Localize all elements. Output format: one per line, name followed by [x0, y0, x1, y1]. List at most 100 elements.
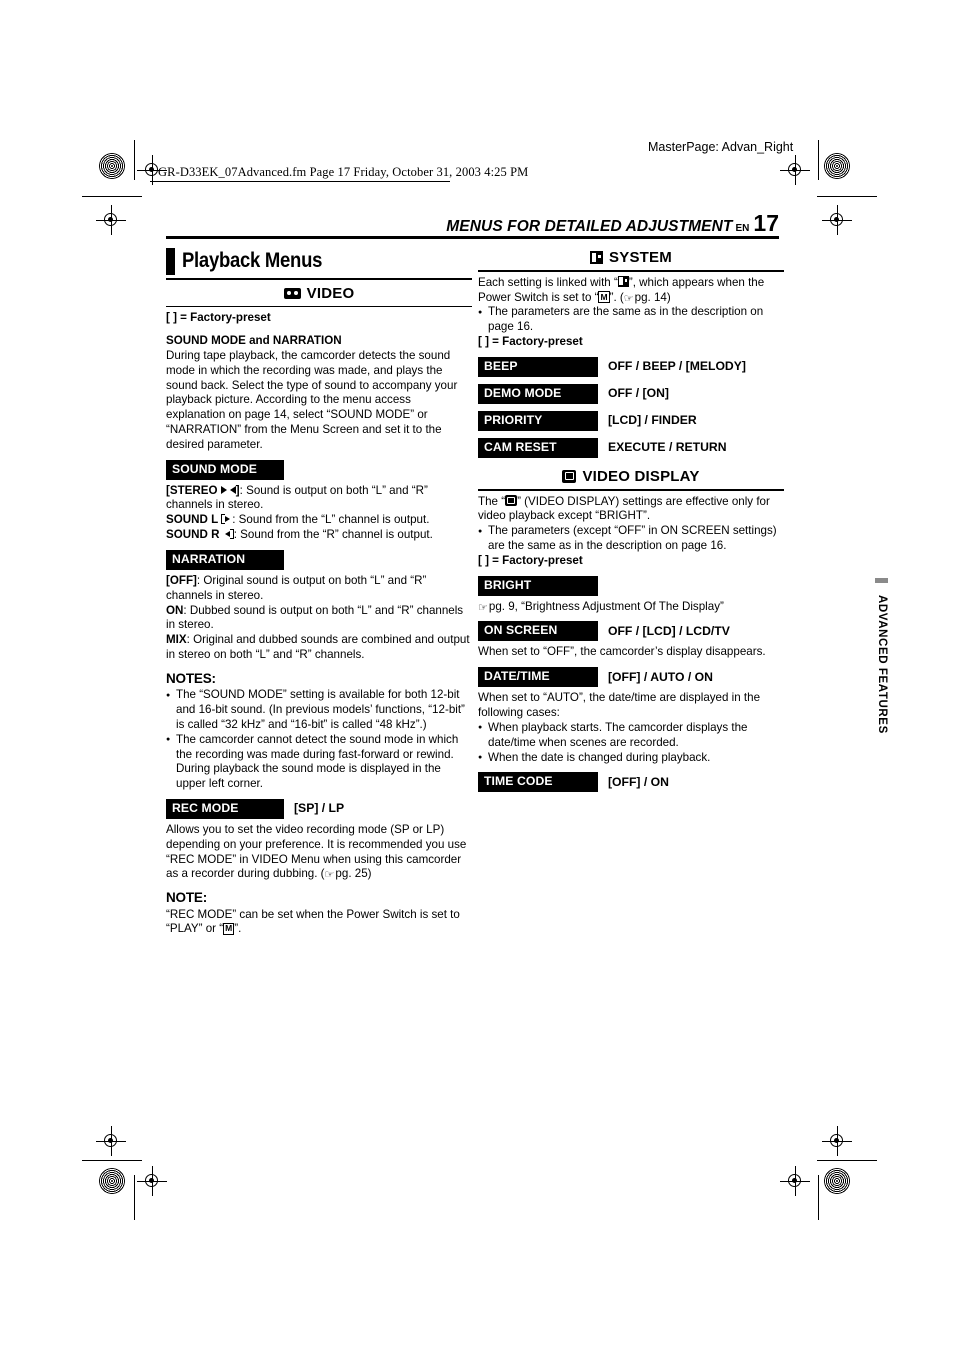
system-icon — [590, 251, 604, 265]
narration-option-mix-label: MIX — [166, 633, 187, 647]
narration-option-off-label: [OFF] — [166, 573, 197, 587]
demo-mode-chip: DEMO MODE — [478, 383, 598, 404]
trim-line-bottom-right-h — [817, 1160, 877, 1161]
cam-reset-chip: CAM RESET — [478, 437, 598, 458]
sound-mode-narration-heading-text: SOUND MODE and NARRATION — [166, 334, 342, 348]
sound-mode-chip-row: SOUND MODE — [166, 459, 472, 480]
narration-option-off: [OFF]: Original sound is output on both … — [166, 574, 472, 604]
system-bullets: The parameters are the same as in the de… — [478, 305, 784, 335]
sound-mode-narration-body: During tape playback, the camcorder dete… — [166, 348, 458, 451]
video-menu-heading-text: VIDEO — [306, 284, 355, 302]
on-screen-body: When set to “OFF”, the camcorder’s displ… — [478, 645, 766, 659]
video-display-icon — [562, 469, 577, 483]
section-title-text: Playback Menus — [182, 249, 323, 273]
masterpage-label: MasterPage: Advan_Right — [648, 140, 794, 154]
on-screen-chip: ON SCREEN — [478, 621, 598, 642]
video-display-heading-text: VIDEO DISPLAY — [582, 467, 700, 485]
notes-item: The camcorder cannot detect the sound mo… — [166, 732, 472, 792]
manual-mode-m-icon: M — [223, 922, 235, 935]
narration-chip-row: NARRATION — [166, 549, 472, 570]
trim-line-right-v2 — [818, 1175, 819, 1220]
notes-item: The “SOUND MODE” setting is available fo… — [166, 688, 472, 732]
thumb-tab: ADVANCED FEATURES — [875, 578, 888, 734]
narration-chip: NARRATION — [166, 549, 284, 570]
video-display-intro: The “” (VIDEO DISPLAY) settings are effe… — [478, 494, 784, 525]
demo-mode-chip-row: DEMO MODE OFF / [ON] — [478, 383, 784, 404]
video-display-bullet-item: The parameters (except “OFF” in ON SCREE… — [478, 524, 784, 554]
sound-mode-option-stereo: [STEREO ]: Sound is output on both “L” a… — [166, 484, 472, 514]
file-slug-line: GR-D33EK_07Advanced.fm Page 17 Friday, O… — [158, 165, 529, 179]
video-display-intro-part2: ” (VIDEO DISPLAY) settings are effective… — [478, 494, 770, 523]
factory-preset-note-video-display-text: [ ] = Factory-preset — [478, 553, 583, 567]
density-patch-top-right — [824, 153, 850, 179]
thumb-tab-label: ADVANCED FEATURES — [876, 595, 888, 734]
sound-mode-option-right: SOUND R : Sound from the “R” channel is … — [166, 528, 472, 543]
system-intro-part1: Each setting is linked with “ — [478, 275, 618, 289]
rec-mode-note-body: “REC MODE” can be set when the Power Swi… — [166, 908, 472, 938]
pointing-hand-icon: ☞ — [623, 292, 634, 305]
density-patch-bottom-right — [824, 1168, 850, 1194]
cam-reset-chip-row: CAM RESET EXECUTE / RETURN — [478, 437, 784, 458]
factory-preset-note-video-display: [ ] = Factory-preset — [478, 554, 784, 569]
date-time-bullets: When playback starts. The camcorder disp… — [478, 720, 784, 766]
rec-mode-body-ref: pg. 25 — [335, 867, 368, 881]
running-head-title: MENUS FOR DETAILED ADJUSTMENT — [446, 218, 733, 235]
on-screen-values: OFF / [LCD] / LCD/TV — [608, 623, 730, 638]
bright-chip: BRIGHT — [478, 575, 598, 596]
manual-mode-m-icon: M — [598, 291, 610, 304]
priority-chip-row: PRIORITY [LCD] / FINDER — [478, 410, 784, 431]
registration-mark-top-left — [96, 205, 126, 235]
registration-mark-bottom-right-inner — [780, 1166, 810, 1196]
on-screen-chip-row: ON SCREEN OFF / [LCD] / LCD/TV — [478, 621, 784, 642]
system-icon-inline — [617, 275, 629, 287]
beep-chip-row: BEEP OFF / BEEP / [MELODY] — [478, 356, 784, 377]
narration-option-off-text: : Original sound is output on both “L” a… — [166, 573, 427, 602]
registration-mark-top-right-inner — [780, 155, 810, 185]
left-column: Playback Menus VIDEO [ ] = Factory-prese… — [166, 248, 472, 937]
priority-chip: PRIORITY — [478, 410, 598, 431]
thumb-tab-bar — [875, 578, 888, 583]
system-menu-heading: SYSTEM — [478, 248, 784, 270]
date-time-bullet-item: When the date is changed during playback… — [478, 750, 784, 766]
date-time-values: [OFF] / AUTO / ON — [608, 669, 713, 684]
registration-mark-top-right — [822, 205, 852, 235]
trim-line-top-right-h — [817, 196, 877, 197]
video-display-icon-inline — [505, 494, 518, 506]
narration-option-on: ON: Dubbed sound is output on both “L” a… — [166, 604, 472, 634]
sound-mode-option-right-text: : Sound from the “R” channel is output. — [233, 528, 433, 542]
system-intro: Each setting is linked with “”, which ap… — [478, 275, 784, 306]
video-menu-heading: VIDEO — [166, 280, 472, 306]
priority-values: [LCD] / FINDER — [608, 413, 697, 428]
system-menu-heading-text: SYSTEM — [609, 249, 672, 266]
time-code-chip: TIME CODE — [478, 772, 598, 793]
registration-mark-bottom-inner — [137, 1166, 167, 1196]
cassette-tape-icon — [283, 287, 301, 299]
bright-chip-row: BRIGHT — [478, 575, 784, 596]
demo-mode-values: OFF / [ON] — [608, 386, 669, 401]
pointing-hand-icon: ☞ — [478, 601, 488, 614]
factory-preset-note-left-text: [ ] = Factory-preset — [166, 311, 271, 325]
rec-mode-body-tail: ) — [367, 867, 372, 881]
section-bar-icon — [166, 248, 175, 275]
rec-mode-value-rest: / LP — [318, 801, 345, 816]
bright-reference: ☞pg. 9, “Brightness Adjustment Of The Di… — [478, 600, 784, 615]
beep-chip: BEEP — [478, 356, 598, 377]
rec-mode-chip: REC MODE — [166, 798, 284, 819]
rec-mode-note-text: “REC MODE” can be set when the Power Swi… — [166, 907, 460, 936]
date-time-bullet-item: When playback starts. The camcorder disp… — [478, 720, 784, 751]
video-display-intro-part1: The “ — [478, 494, 506, 508]
stereo-speakers-icon — [220, 485, 236, 495]
trim-line-bottom-left-h — [82, 1160, 142, 1161]
bright-reference-text: pg. 9, “Brightness Adjustment Of The Dis… — [488, 599, 724, 613]
video-display-heading: VIDEO DISPLAY — [478, 462, 784, 489]
sound-mode-narration-heading: SOUND MODE and NARRATION — [166, 334, 472, 349]
rec-mode-note-heading: NOTE: — [166, 890, 207, 906]
system-intro-ref: pg. 14 — [634, 290, 667, 304]
pointing-hand-icon: ☞ — [324, 869, 335, 882]
narration-option-on-label: ON — [166, 603, 184, 617]
trim-line-top-left-h — [82, 196, 142, 197]
rec-mode-values: [SP] / LP — [294, 801, 344, 817]
trim-line-right-v — [818, 140, 819, 180]
narration-option-on-text: : Dubbed sound is output on both “L” and… — [166, 603, 464, 632]
rec-mode-note-tail: ”. — [234, 922, 242, 936]
